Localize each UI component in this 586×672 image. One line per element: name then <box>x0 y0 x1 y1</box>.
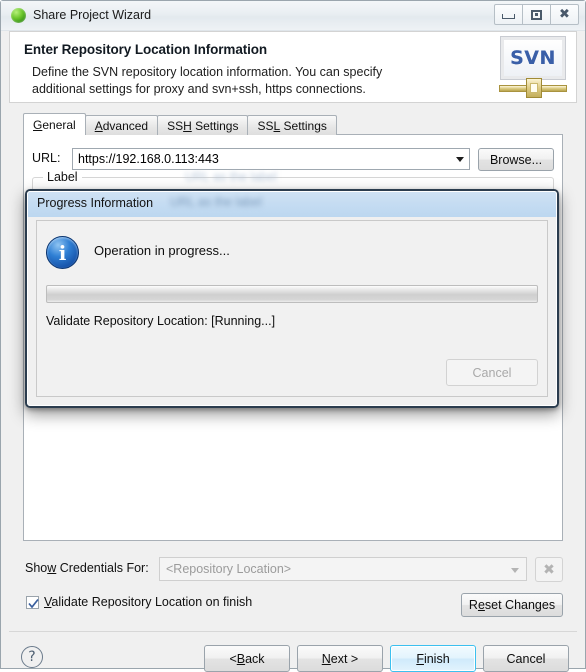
url-row: URL: https://192.168.0.113:443 Browse... <box>32 148 554 171</box>
progress-dialog-titlebar: Progress Information URL as the label <box>27 191 557 217</box>
info-icon: i <box>46 236 79 269</box>
tab-ssh-settings[interactable]: SS H Settings <box>157 115 249 135</box>
close-button[interactable]: ✖ <box>550 4 579 25</box>
credentials-row: Show Credentials For: <Repository Locati… <box>23 557 563 582</box>
credentials-combo[interactable]: <Repository Location> <box>159 557 527 581</box>
next-button[interactable]: Next > <box>297 645 383 672</box>
minimize-button[interactable] <box>494 4 523 25</box>
tab-ssl-settings[interactable]: SS L Settings <box>247 115 337 135</box>
validate-checkbox-label[interactable]: Validate Repository Location on finish <box>44 595 252 609</box>
progress-bar <box>46 285 538 303</box>
tab-advanced[interactable]: Advanced <box>84 115 159 135</box>
progress-dialog-body: i Operation in progress... Validate Repo… <box>36 220 548 397</box>
wizard-footer: ? < Back Next > Finish Cancel <box>9 632 577 672</box>
reset-changes-button[interactable]: Re set Changes <box>461 593 563 617</box>
validate-checkbox[interactable] <box>26 596 39 609</box>
check-icon <box>28 598 39 609</box>
window-controls: ✖ <box>494 4 579 25</box>
label-group-title: Label <box>43 170 82 184</box>
progress-operation-text: Operation in progress... <box>94 243 230 258</box>
tab-ssh-settings-label: SS <box>167 118 184 133</box>
progress-dialog: Progress Information URL as the label i … <box>25 189 559 408</box>
tab-general[interactable]: General <box>23 113 86 135</box>
label-group-ghost-text: URL as the label <box>185 170 277 184</box>
tab-ssl-settings-label: SS <box>257 118 274 133</box>
tab-general-label: eneral <box>42 117 76 132</box>
finish-button[interactable]: Finish <box>390 645 476 672</box>
question-mark-icon[interactable]: ? <box>21 646 43 668</box>
svn-logo-text: SVN <box>510 47 556 69</box>
tab-strip: General Advanced SS H Settings SS L Settin… <box>23 113 337 135</box>
wizard-header: Enter Repository Location Information De… <box>9 31 577 103</box>
progress-dialog-ghost-text: URL as the label <box>170 195 262 209</box>
progress-status-text: Validate Repository Location: [Running..… <box>46 314 276 328</box>
page-title: Enter Repository Location Information <box>24 42 268 57</box>
chevron-down-icon[interactable] <box>456 157 464 162</box>
browse-button[interactable]: Browse... <box>478 148 554 171</box>
svn-logo-knob <box>526 78 542 98</box>
page-description: Define the SVN repository location infor… <box>32 65 383 96</box>
back-button[interactable]: < Back <box>204 645 290 672</box>
tab-advanced-label: dvanced <box>102 118 149 133</box>
window-title: Share Project Wizard <box>33 8 152 22</box>
clear-credentials-button[interactable]: ✖ <box>535 557 563 582</box>
svn-logo: SVN <box>499 36 567 99</box>
maximize-icon <box>531 9 542 20</box>
chevron-down-icon[interactable] <box>511 568 519 573</box>
minimize-icon <box>502 14 515 19</box>
svn-logo-screen: SVN <box>500 36 566 80</box>
cancel-button[interactable]: Cancel <box>483 645 569 672</box>
credentials-label: Show Credentials For: <box>25 561 149 575</box>
close-icon: ✖ <box>559 7 570 22</box>
maximize-button[interactable] <box>522 4 551 25</box>
close-x-icon: ✖ <box>543 561 555 578</box>
url-input[interactable]: https://192.168.0.113:443 <box>78 152 219 166</box>
credentials-value: <Repository Location> <box>166 562 292 576</box>
green-sphere-icon <box>11 8 26 23</box>
wizard-nav-buttons: < Back Next > Finish Cancel <box>197 645 569 672</box>
window-titlebar: Share Project Wizard ✖ <box>1 1 585 31</box>
progress-cancel-button[interactable]: Cancel <box>446 359 538 386</box>
url-combo[interactable]: https://192.168.0.113:443 <box>72 148 470 170</box>
progress-dialog-title: Progress Information <box>37 196 154 210</box>
url-label: URL: <box>32 151 61 165</box>
validate-row: Validate Repository Location on finish R… <box>23 593 563 619</box>
